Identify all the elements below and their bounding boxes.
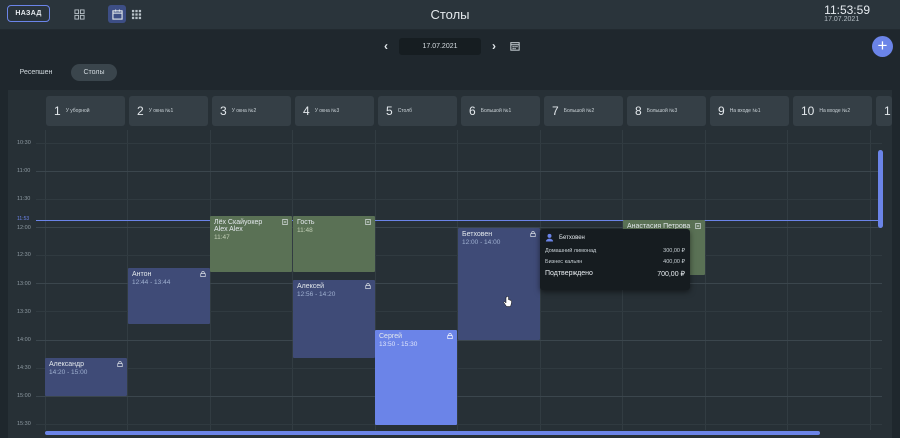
current-time-label: 11:53 [17, 216, 30, 222]
prev-day-button[interactable]: ‹ [380, 39, 392, 53]
tab-reception[interactable]: Ресепшен [7, 64, 65, 81]
reservation-card[interactable]: Бетховен 12:00 - 14:00 [458, 228, 540, 340]
current-time-line [36, 220, 882, 221]
user-icon [545, 233, 554, 242]
table-card[interactable]: 9 На входе №1 [710, 96, 789, 126]
lock-icon [530, 231, 536, 237]
clock-date: 17.07.2021 [824, 16, 860, 23]
reservation-card[interactable]: Алексей 12:56 - 14:20 [293, 280, 375, 358]
horizontal-scrollbar[interactable] [45, 431, 820, 435]
lock-icon [200, 271, 206, 277]
clock-time: 11:53:59 [824, 3, 870, 17]
time-label: 15:30 [17, 421, 31, 427]
column-divider [210, 130, 211, 430]
receipt-icon [695, 223, 701, 229]
lock-icon [365, 283, 371, 289]
timeline: 10:30 11:00 11:30 12:00 12:30 13:00 13:3… [8, 130, 892, 430]
add-reservation-button[interactable]: + [872, 36, 893, 57]
total-amount: 700,00 ₽ [657, 271, 685, 278]
reservation-card[interactable]: Александр 14:20 - 15:00 [45, 358, 127, 396]
order-item: Бизнес кальян 400,00 ₽ [545, 259, 685, 265]
tab-tables[interactable]: Столы [71, 64, 117, 81]
top-bar: НАЗАД Столы 11:53:59 17.07.2021 [0, 0, 900, 30]
table-card[interactable]: 2У окна №1 [129, 96, 208, 126]
column-divider [870, 130, 871, 430]
order-item: Домашний лимонад 300,00 ₽ [545, 248, 685, 254]
table-card[interactable]: 1 [876, 96, 892, 126]
grid-line [36, 424, 882, 425]
lock-icon [447, 333, 453, 339]
time-label: 12:00 [17, 225, 31, 231]
time-label: 14:30 [17, 365, 31, 371]
time-label: 14:00 [17, 337, 31, 343]
table-card[interactable]: 8 Большой №3 [627, 96, 706, 126]
clock: 11:53:59 17.07.2021 [824, 3, 870, 23]
receipt-icon [365, 219, 371, 225]
receipt-icon [282, 219, 288, 225]
grid-line [36, 368, 882, 369]
vertical-scrollbar[interactable] [878, 150, 883, 228]
table-card[interactable]: 4У окна №3 [295, 96, 374, 126]
table-card[interactable]: 5 Столб [378, 96, 457, 126]
time-label: 10:30 [17, 140, 31, 146]
time-label: 13:00 [17, 281, 31, 287]
tooltip-header: Бетховен [545, 233, 685, 242]
grid-line [36, 396, 882, 397]
time-label: 15:00 [17, 393, 31, 399]
tooltip-total: Подтверждено 700,00 ₽ [545, 270, 685, 278]
grid-line [36, 199, 882, 200]
table-card[interactable]: 10 На входе №2 [793, 96, 872, 126]
reservation-tooltip: Бетховен Домашний лимонад 300,00 ₽ Бизнес… [540, 229, 690, 290]
next-day-button[interactable]: › [488, 39, 500, 53]
status-label: Подтверждено [545, 270, 593, 277]
table-card[interactable]: 3У окна №2 [212, 96, 291, 126]
table-card[interactable]: 7 Большой №2 [544, 96, 623, 126]
hand-cursor-icon [503, 296, 512, 307]
time-label: 11:00 [17, 168, 31, 174]
schedule-grid: 1У уборной 2У окна №1 3У окна №2 4У окна… [8, 90, 892, 438]
reservation-card[interactable]: Гость 11:48 [293, 216, 375, 272]
reservation-card[interactable]: Лёх Скайуокер Alex Alex 11:47 [210, 216, 292, 272]
time-label: 12:30 [17, 252, 31, 258]
grid-line [36, 340, 882, 341]
calendar-picker-icon[interactable] [510, 41, 520, 51]
reservation-card[interactable]: Сергей 13:50 - 15:30 [375, 330, 457, 425]
tooltip-guest-name: Бетховен [559, 234, 585, 241]
date-field[interactable]: 17.07.2021 [399, 38, 481, 55]
time-label: 13:30 [17, 309, 31, 315]
table-card[interactable]: 1У уборной [46, 96, 125, 126]
table-card[interactable]: 6 Большой №1 [461, 96, 540, 126]
grid-line [36, 171, 882, 172]
reservation-card[interactable]: Антон 12:44 - 13:44 [128, 268, 210, 324]
column-divider [705, 130, 706, 430]
date-navigation: ‹ 17.07.2021 › [0, 38, 900, 56]
grid-line [36, 143, 882, 144]
column-divider [787, 130, 788, 430]
lock-icon [117, 361, 123, 367]
time-label: 11:30 [17, 196, 31, 202]
page-title: Столы [430, 7, 470, 22]
tables-header: 1У уборной 2У окна №1 3У окна №2 4У окна… [8, 90, 892, 130]
